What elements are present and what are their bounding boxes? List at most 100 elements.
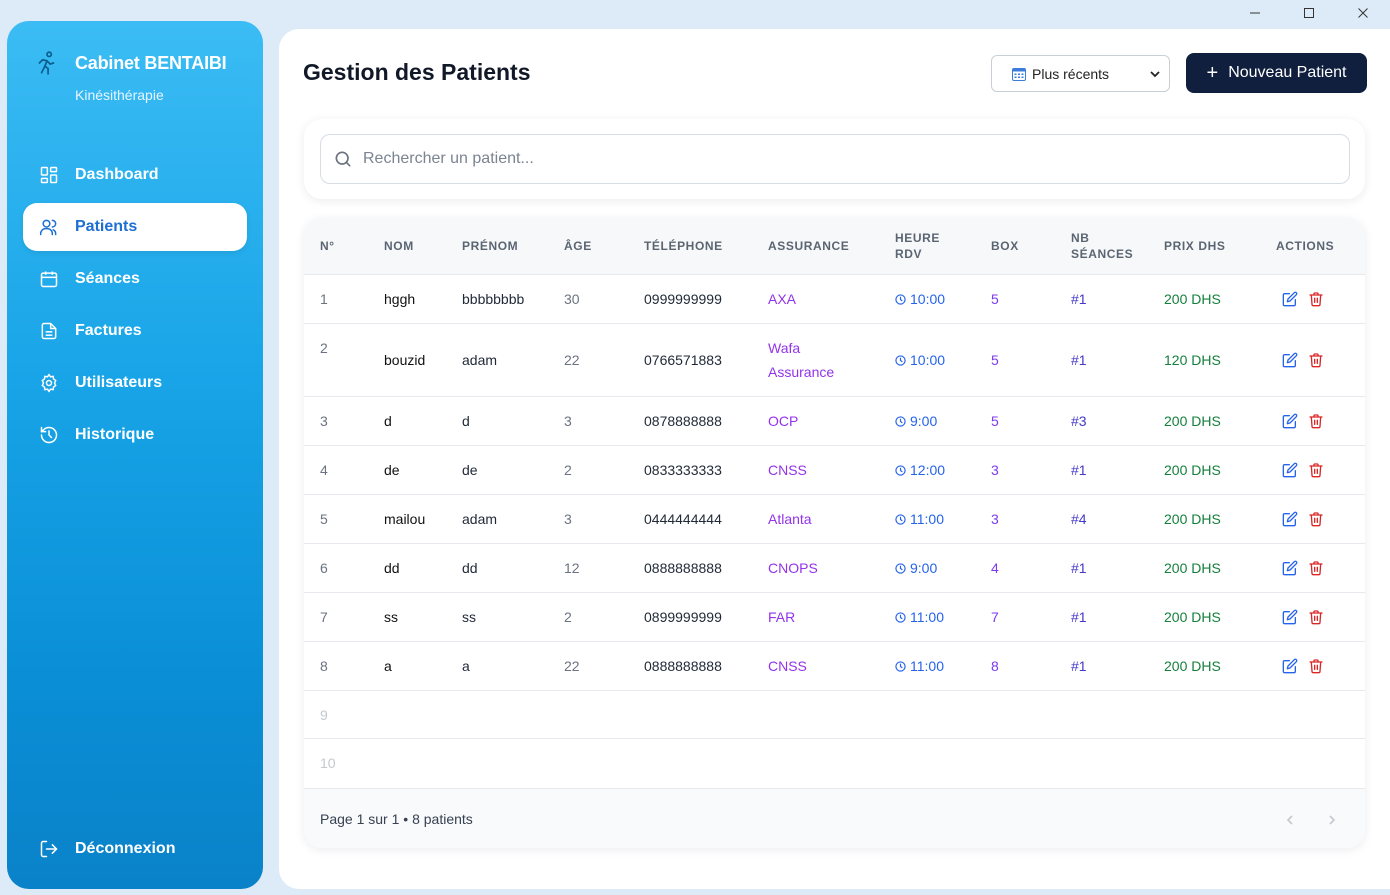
cell-nom: de [384, 461, 400, 478]
column-header: ACTIONS [1276, 238, 1335, 253]
cell-nb-seances: #1 [1071, 608, 1087, 625]
table-row: 8 a a 22 0888888888 CNSS 11:00 8 #1 200 DHS [304, 641, 1365, 690]
clock-icon [895, 513, 906, 525]
heure-value: 10:00 [910, 290, 946, 307]
cell-age: 2 [564, 608, 572, 625]
new-patient-label: Nouveau Patient [1228, 64, 1347, 81]
edit-icon[interactable] [1282, 462, 1298, 478]
sidebar-item-dashboard[interactable]: Dashboard [23, 151, 247, 199]
table-row: 6 dd dd 12 0888888888 CNOPS 9:00 4 #1 200 DHS [304, 543, 1365, 592]
edit-icon[interactable] [1282, 658, 1298, 674]
edit-icon[interactable] [1282, 291, 1298, 307]
logout-button[interactable]: Déconnexion [23, 825, 247, 873]
cell-heure: 11:00 [879, 494, 975, 543]
logout-icon [39, 839, 59, 859]
delete-icon[interactable] [1308, 658, 1324, 674]
edit-icon[interactable] [1282, 560, 1298, 576]
sort-select[interactable]: Plus récents [991, 55, 1170, 92]
cell-box: 7 [991, 608, 999, 625]
cell-telephone: 0766571883 [644, 351, 722, 368]
sidebar-item-patients[interactable]: Patients [23, 203, 247, 251]
logout-label: Déconnexion [75, 840, 176, 857]
cell-telephone: 0888888888 [644, 559, 722, 576]
sidebar-item-seances[interactable]: Séances [23, 255, 247, 303]
cell-prix: 120 DHS [1164, 351, 1221, 368]
cell-prenom: d [462, 412, 470, 429]
edit-icon[interactable] [1282, 413, 1298, 429]
search-input[interactable] [363, 150, 1323, 168]
file-icon [39, 321, 59, 341]
heure-value: 11:00 [910, 657, 944, 674]
cell-box: 5 [991, 412, 999, 429]
cell-age: 22 [564, 657, 580, 674]
cell-prix: 200 DHS [1164, 608, 1221, 625]
sidebar-item-factures[interactable]: Factures [23, 307, 247, 355]
table-row: 5 mailou adam 3 0444444444 Atlanta 11:00 3 #4 200… [304, 494, 1365, 543]
delete-icon[interactable] [1308, 462, 1324, 478]
cell-assurance: CNSS [768, 657, 807, 674]
delete-icon[interactable] [1308, 352, 1324, 368]
cell-actions [1276, 641, 1365, 690]
cell-age: 3 [564, 412, 572, 429]
close-icon[interactable] [1336, 0, 1390, 26]
delete-icon[interactable] [1308, 291, 1324, 307]
plus-icon: + [1206, 62, 1219, 84]
cell-actions [1276, 543, 1365, 592]
cell-heure: 10:00 [879, 323, 975, 396]
minimize-icon[interactable] [1228, 0, 1282, 26]
cell-age: 30 [564, 290, 580, 307]
running-person-icon [33, 49, 61, 77]
delete-icon[interactable] [1308, 511, 1324, 527]
heure-value: 11:00 [910, 510, 944, 527]
brand: Cabinet BENTAIBI [33, 49, 227, 77]
table-row: 1 hggh bbbbbbbb 30 0999999999 AXA 10:00 5 #1 200 … [304, 274, 1365, 323]
column-header: PRIX DHS [1164, 238, 1226, 253]
edit-icon[interactable] [1282, 352, 1298, 368]
logout-container: Déconnexion [23, 825, 247, 877]
page-title: Gestion des Patients [303, 59, 531, 85]
cell-number: 8 [320, 657, 328, 674]
delete-icon[interactable] [1308, 609, 1324, 625]
sidebar-item-utilisateurs[interactable]: Utilisateurs [23, 359, 247, 407]
cell-heure: 10:00 [879, 274, 975, 323]
cell-nom: a [384, 657, 392, 674]
cell-age: 22 [564, 351, 580, 368]
cell-prix: 200 DHS [1164, 559, 1221, 576]
cell-nom: d [384, 412, 392, 429]
clock-icon [895, 293, 906, 305]
cell-box: 8 [991, 657, 999, 674]
delete-icon[interactable] [1308, 560, 1324, 576]
cell-number: 1 [320, 290, 328, 307]
cell-prenom: dd [462, 559, 478, 576]
cell-heure: 11:00 [879, 592, 975, 641]
delete-icon[interactable] [1308, 413, 1324, 429]
clock-icon [895, 562, 906, 574]
next-page-button[interactable] [1321, 809, 1343, 831]
new-patient-button[interactable]: + Nouveau Patient [1186, 53, 1367, 93]
table-row: 2 bouzid adam 22 0766571883 Wafa Assurance 10:… [304, 323, 1365, 396]
cell-number: 5 [320, 510, 328, 527]
sidebar-item-historique[interactable]: Historique [23, 411, 247, 459]
maximize-icon[interactable] [1282, 0, 1336, 26]
cell-actions [1276, 445, 1365, 494]
sidebar-item-label: Séances [75, 270, 140, 287]
edit-icon[interactable] [1282, 609, 1298, 625]
search-card [304, 119, 1365, 199]
table-header-row: N° NOM PRÉNOM ÂGE TÉLÉPHONE ASSURANCE HE… [304, 218, 1365, 274]
prev-page-button[interactable] [1279, 809, 1301, 831]
cell-number: 2 [320, 339, 328, 356]
search-box [320, 134, 1350, 184]
cell-number: 10 [320, 754, 336, 771]
cell-assurance: FAR [768, 608, 796, 625]
table-row: 7 ss ss 2 0899999999 FAR 11:00 7 #1 200 DHS [304, 592, 1365, 641]
cell-assurance: CNSS [768, 461, 807, 478]
cell-nb-seances: #1 [1071, 559, 1087, 576]
cell-number: 6 [320, 559, 328, 576]
cell-actions [1276, 494, 1365, 543]
cell-box: 3 [991, 461, 999, 478]
cell-assurance: AXA [768, 290, 797, 307]
cell-nb-seances: #4 [1071, 510, 1087, 527]
cell-heure: 9:00 [879, 396, 975, 445]
edit-icon[interactable] [1282, 511, 1298, 527]
cell-telephone: 0878888888 [644, 412, 722, 429]
